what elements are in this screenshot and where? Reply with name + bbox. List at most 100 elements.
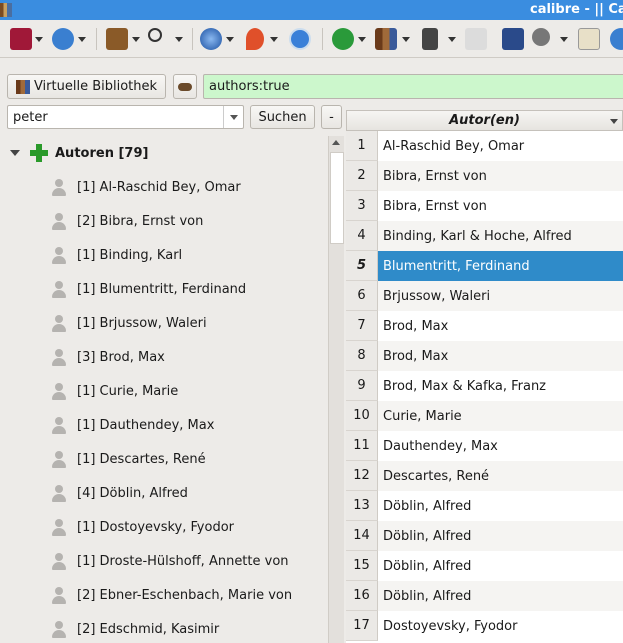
add-book-icon[interactable]: [10, 28, 32, 50]
find-button-label: Suchen: [258, 109, 307, 125]
table-row[interactable]: 9 Brod, Max & Kafka, Franz: [346, 371, 623, 401]
author-tree-item[interactable]: [3] Brod, Max: [50, 347, 165, 367]
table-row[interactable]: 3 Bibra, Ernst von: [346, 191, 623, 221]
table-row[interactable]: 12 Descartes, René: [346, 461, 623, 491]
table-row[interactable]: 2 Bibra, Ernst von: [346, 161, 623, 191]
table-row[interactable]: 16 Döblin, Alfred: [346, 581, 623, 611]
author-cell[interactable]: Dauthendey, Max: [378, 431, 623, 461]
chevron-down-icon[interactable]: [270, 37, 278, 42]
scroll-up-icon[interactable]: [332, 140, 340, 145]
author-cell[interactable]: Brod, Max: [378, 341, 623, 371]
author-tree-item[interactable]: [2] Ebner-Eschenbach, Marie von: [50, 585, 292, 605]
scrollbar-thumb[interactable]: [330, 152, 344, 244]
book-info-icon[interactable]: [52, 28, 74, 50]
text-icon[interactable]: [578, 28, 600, 50]
connect-share-icon[interactable]: [465, 28, 487, 50]
table-row[interactable]: 10 Curie, Marie: [346, 401, 623, 431]
author-cell[interactable]: Döblin, Alfred: [378, 491, 623, 521]
author-cell[interactable]: Al-Raschid Bey, Omar: [378, 131, 623, 161]
fetch-news-globe-icon[interactable]: [200, 28, 222, 50]
table-row[interactable]: 8 Brod, Max: [346, 341, 623, 371]
row-number: 11: [346, 431, 378, 461]
table-row[interactable]: 7 Brod, Max: [346, 311, 623, 341]
author-cell[interactable]: Blumentritt, Ferdinand: [378, 251, 623, 281]
chevron-down-icon[interactable]: [358, 37, 366, 42]
chevron-down-icon[interactable]: [78, 37, 86, 42]
author-tree-item[interactable]: [1] Droste-Hülshoff, Annette von: [50, 551, 289, 571]
chevron-down-icon[interactable]: [560, 37, 568, 42]
author-tree-item[interactable]: [1] Binding, Karl: [50, 245, 182, 265]
device-icon[interactable]: [422, 28, 438, 50]
table-row[interactable]: 15 Döblin, Alfred: [346, 551, 623, 581]
chevron-down-icon[interactable]: [175, 37, 183, 42]
author-cell[interactable]: Binding, Karl & Hoche, Alfred: [378, 221, 623, 251]
author-cell[interactable]: Curie, Marie: [378, 401, 623, 431]
preferences-gear-icon[interactable]: [532, 28, 550, 46]
author-tree-item[interactable]: [1] Descartes, René: [50, 449, 206, 469]
author-cell[interactable]: Döblin, Alfred: [378, 551, 623, 581]
saved-search-button[interactable]: [173, 74, 197, 99]
convert-icon[interactable]: [106, 28, 128, 50]
virtual-library-button[interactable]: Virtuelle Bibliothek: [7, 74, 166, 99]
info-icon[interactable]: [610, 28, 623, 50]
row-number: 17: [346, 611, 378, 641]
chevron-down-icon[interactable]: [223, 106, 243, 128]
author-cell[interactable]: Dostoyevsky, Fyodor: [378, 611, 623, 641]
table-row[interactable]: 1 Al-Raschid Bey, Omar: [346, 131, 623, 161]
author-tree-item[interactable]: [2] Edschmid, Kasimir: [50, 619, 219, 639]
person-icon: [50, 484, 68, 502]
remove-books-recycle-icon[interactable]: [332, 28, 354, 50]
author-tree-item[interactable]: [1] Dostoyevsky, Fyodor: [50, 517, 234, 537]
author-tree-item[interactable]: [1] Al-Raschid Bey, Omar: [50, 177, 241, 197]
search-icon[interactable]: [148, 28, 162, 42]
author-label: [1] Dauthendey, Max: [77, 417, 215, 433]
row-number: 13: [346, 491, 378, 521]
chevron-down-icon[interactable]: [448, 37, 456, 42]
help-icon[interactable]: [289, 28, 311, 50]
chevron-down-icon[interactable]: [402, 37, 410, 42]
author-tree-item[interactable]: [4] Döblin, Alfred: [50, 483, 188, 503]
plus-icon: [30, 144, 48, 162]
author-cell[interactable]: Brod, Max & Kafka, Franz: [378, 371, 623, 401]
news-icon[interactable]: [246, 28, 264, 50]
author-cell[interactable]: Bibra, Ernst von: [378, 161, 623, 191]
table-row[interactable]: 5 Blumentritt, Ferdinand: [346, 251, 623, 281]
author-tree-item[interactable]: [2] Bibra, Ernst von: [50, 211, 203, 231]
person-icon: [50, 178, 68, 196]
collapse-button[interactable]: -: [321, 105, 342, 129]
author-cell[interactable]: Brjussow, Waleri: [378, 281, 623, 311]
row-number: 12: [346, 461, 378, 491]
table-row[interactable]: 13 Döblin, Alfred: [346, 491, 623, 521]
person-icon: [50, 382, 68, 400]
tag-search-input[interactable]: peter: [7, 105, 244, 129]
column-header-authors[interactable]: Autor(en): [346, 110, 623, 131]
tag-browser-scrollbar[interactable]: [328, 136, 344, 643]
chevron-down-icon[interactable]: [226, 37, 234, 42]
author-label: [4] Döblin, Alfred: [77, 485, 188, 501]
chevron-down-icon[interactable]: [35, 37, 43, 42]
table-row[interactable]: 6 Brjussow, Waleri: [346, 281, 623, 311]
author-cell[interactable]: Brod, Max: [378, 311, 623, 341]
sort-arrow-icon[interactable]: [610, 119, 618, 124]
author-cell[interactable]: Döblin, Alfred: [378, 521, 623, 551]
table-row[interactable]: 14 Döblin, Alfred: [346, 521, 623, 551]
library-icon[interactable]: [375, 28, 397, 50]
edit-metadata-icon[interactable]: [502, 28, 524, 50]
table-row[interactable]: 4 Binding, Karl & Hoche, Alfred: [346, 221, 623, 251]
category-autoren[interactable]: Autoren [79]: [10, 144, 148, 162]
table-row[interactable]: 17 Dostoyevsky, Fyodor: [346, 611, 623, 641]
row-number: 10: [346, 401, 378, 431]
author-tree-item[interactable]: [1] Dauthendey, Max: [50, 415, 214, 435]
author-tree-item[interactable]: [1] Curie, Marie: [50, 381, 178, 401]
table-row[interactable]: 11 Dauthendey, Max: [346, 431, 623, 461]
chevron-down-icon[interactable]: [132, 37, 140, 42]
author-cell[interactable]: Descartes, René: [378, 461, 623, 491]
search-input[interactable]: authors:true: [203, 74, 623, 99]
author-tree-item[interactable]: [1] Blumentritt, Ferdinand: [50, 279, 246, 299]
author-cell[interactable]: Döblin, Alfred: [378, 581, 623, 611]
author-cell[interactable]: Bibra, Ernst von: [378, 191, 623, 221]
find-button[interactable]: Suchen: [250, 105, 315, 129]
calibre-logo-icon: [0, 3, 12, 17]
author-tree-item[interactable]: [1] Brjussow, Waleri: [50, 313, 207, 333]
expand-arrow-icon[interactable]: [10, 150, 20, 156]
